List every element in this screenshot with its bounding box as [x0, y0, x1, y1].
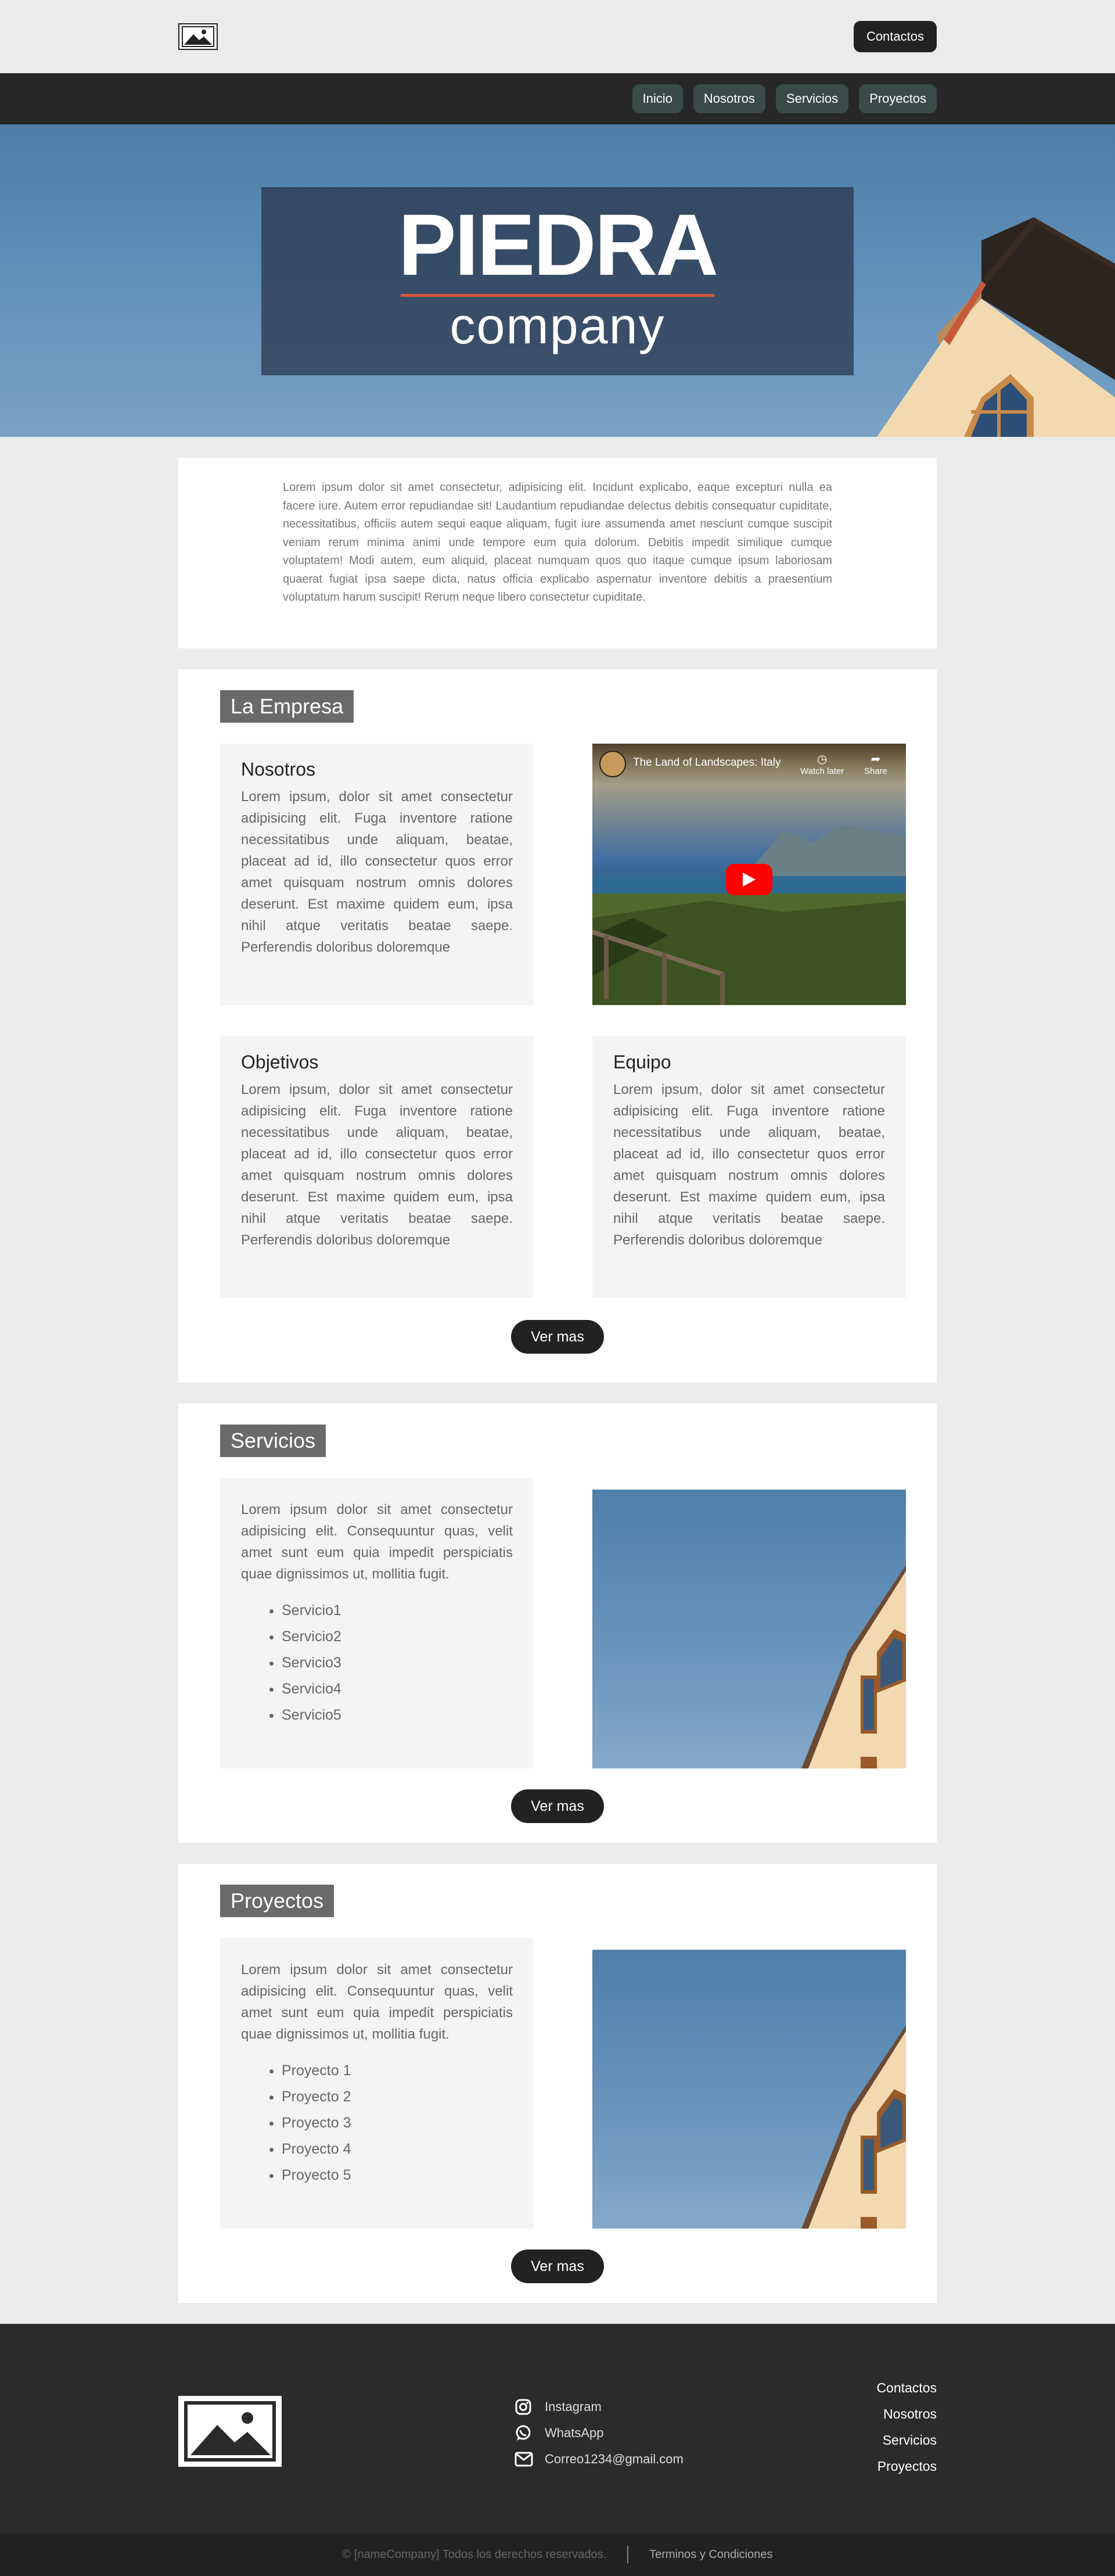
list-item: Proyecto 1 — [282, 2058, 513, 2084]
video-embed[interactable]: The Land of Landscapes: Italy ◷ Watch la… — [592, 744, 906, 1005]
nav-proyectos[interactable]: Proyectos — [859, 84, 937, 113]
whatsapp-label: WhatsApp — [545, 2425, 604, 2440]
intro-card: Lorem ipsum dolor sit amet consectetur, … — [178, 458, 937, 648]
list-item: Servicio2 — [282, 1624, 513, 1650]
panel-proyectos: Lorem ipsum dolor sit amet consectetur a… — [220, 1938, 534, 2229]
watch-later-label: Watch later — [800, 766, 844, 776]
nav-inicio[interactable]: Inicio — [632, 84, 683, 113]
panel-text: Lorem ipsum, dolor sit amet consectetur … — [613, 1082, 885, 1248]
hero-subtitle: company — [449, 297, 666, 354]
panel-text: Lorem ipsum dolor sit amet consectetur a… — [241, 1962, 513, 2042]
panel-title: Objetivos — [241, 1052, 319, 1072]
section-tag-empresa: La Empresa — [220, 690, 354, 723]
copyright-text: © [nameCompany] Todos los derechos reser… — [342, 2548, 607, 2561]
proyectos-section: Proyectos Lorem ipsum dolor sit amet con… — [178, 1864, 937, 2303]
ver-mas-proyectos-button[interactable]: Ver mas — [511, 2249, 604, 2283]
top-header: Contactos — [0, 0, 1115, 73]
panel-nosotros: Nosotros Lorem ipsum, dolor sit amet con… — [220, 744, 534, 1005]
servicios-section: Servicios Lorem ipsum dolor sit amet con… — [178, 1404, 937, 1843]
panel-text: Lorem ipsum, dolor sit amet consectetur … — [241, 789, 513, 955]
list-item: Servicio1 — [282, 1598, 513, 1624]
list-item: Servicio5 — [282, 1702, 513, 1728]
nav-servicios[interactable]: Servicios — [775, 84, 849, 113]
footer-logo-placeholder-icon[interactable] — [178, 2396, 282, 2467]
copyright-bar: © [nameCompany] Todos los derechos reser… — [0, 2533, 1115, 2576]
instagram-label: Instagram — [545, 2399, 602, 2414]
empresa-section: La Empresa Nosotros Lorem ipsum, dolor s… — [178, 669, 937, 1383]
list-item: Proyecto 2 — [282, 2084, 513, 2110]
panel-title: Nosotros — [241, 759, 316, 780]
whatsapp-icon — [515, 2424, 538, 2442]
logo-placeholder-icon[interactable] — [178, 23, 218, 50]
footer-link-proyectos[interactable]: Proyectos — [876, 2453, 937, 2480]
footer-link-contactos[interactable]: Contactos — [876, 2375, 937, 2401]
intro-text: Lorem ipsum dolor sit amet consectetur, … — [283, 481, 832, 604]
section-tag-servicios: Servicios — [220, 1425, 326, 1457]
servicios-image — [592, 1490, 906, 1768]
footer-contacts: Instagram WhatsApp Correo1234@gmail.com — [515, 2394, 684, 2472]
panel-text: Lorem ipsum dolor sit amet consectetur a… — [241, 1502, 513, 1582]
ver-mas-empresa-button[interactable]: Ver mas — [511, 1320, 604, 1354]
play-button[interactable] — [726, 864, 772, 895]
footer-link-servicios[interactable]: Servicios — [876, 2427, 937, 2453]
play-icon — [743, 873, 756, 887]
nav-nosotros[interactable]: Nosotros — [693, 84, 765, 113]
instagram-icon — [515, 2398, 538, 2416]
panel-objetivos: Objetivos Lorem ipsum, dolor sit amet co… — [220, 1036, 534, 1298]
servicios-list: Servicio1 Servicio2 Servicio3 Servicio4 … — [241, 1598, 513, 1728]
email-link[interactable]: Correo1234@gmail.com — [515, 2446, 684, 2472]
clock-icon: ◷ — [817, 753, 828, 766]
proyectos-list: Proyecto 1 Proyecto 2 Proyecto 3 Proyect… — [241, 2058, 513, 2188]
list-item: Servicio4 — [282, 1676, 513, 1702]
footer-links: Contactos Nosotros Servicios Proyectos — [876, 2375, 937, 2480]
hero-title: PIEDRA — [398, 196, 719, 293]
section-tag-proyectos: Proyectos — [220, 1885, 334, 1917]
instagram-link[interactable]: Instagram — [515, 2394, 684, 2420]
terms-link[interactable]: Terminos y Condiciones — [649, 2548, 772, 2561]
whatsapp-link[interactable]: WhatsApp — [515, 2420, 684, 2446]
list-item: Proyecto 3 — [282, 2110, 513, 2136]
list-item: Servicio3 — [282, 1650, 513, 1676]
list-item: Proyecto 4 — [282, 2136, 513, 2162]
email-label: Correo1234@gmail.com — [545, 2451, 684, 2466]
ver-mas-servicios-button[interactable]: Ver mas — [511, 1789, 604, 1823]
footer-link-nosotros[interactable]: Nosotros — [876, 2401, 937, 2427]
share-button[interactable]: ➦ Share — [864, 752, 887, 776]
hero-banner: PIEDRA company — [0, 124, 1115, 437]
panel-equipo: Equipo Lorem ipsum, dolor sit amet conse… — [592, 1036, 906, 1298]
contact-button[interactable]: Contactos — [853, 21, 937, 52]
mail-icon — [515, 2452, 538, 2467]
watch-later-button[interactable]: ◷ Watch later — [800, 752, 844, 776]
divider — [627, 2546, 629, 2563]
panel-text: Lorem ipsum, dolor sit amet consectetur … — [241, 1082, 513, 1248]
hero-title-box: PIEDRA company — [261, 187, 854, 375]
share-label: Share — [864, 766, 888, 776]
proyectos-image — [592, 1950, 906, 2229]
video-title[interactable]: The Land of Landscapes: Italy — [633, 756, 781, 769]
main-nav: Inicio Nosotros Servicios Proyectos — [0, 73, 1115, 124]
site-footer: Instagram WhatsApp Correo1234@gmail.com … — [0, 2324, 1115, 2533]
panel-servicios: Lorem ipsum dolor sit amet consectetur a… — [220, 1478, 534, 1768]
share-icon: ➦ — [871, 753, 881, 766]
panel-title: Equipo — [613, 1052, 671, 1072]
channel-avatar[interactable] — [599, 751, 626, 777]
list-item: Proyecto 5 — [282, 2162, 513, 2188]
